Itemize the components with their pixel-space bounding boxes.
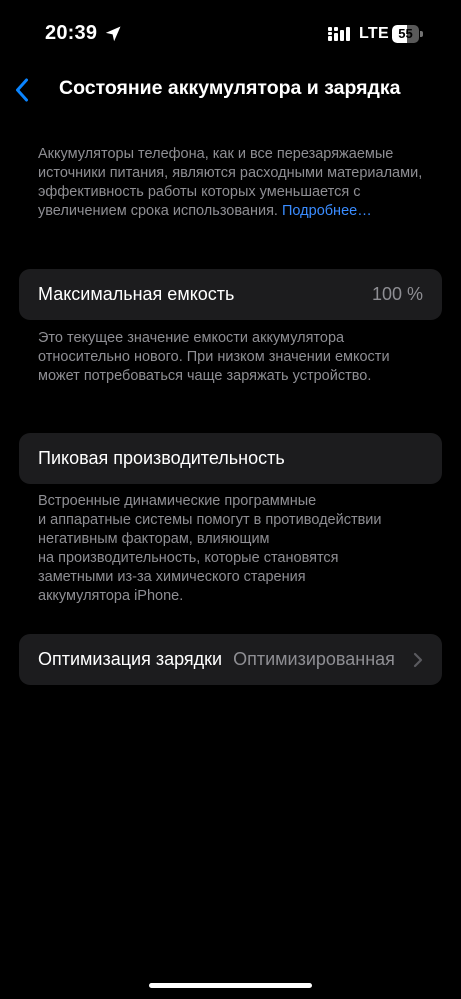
footer-line: Встроенные динамические программные xyxy=(38,493,317,509)
footer-line: заметными из-за химического старения xyxy=(38,569,306,585)
footer-line: негативным факторам, влияющим xyxy=(38,531,270,547)
status-time: 20:39 xyxy=(45,22,98,44)
home-indicator[interactable] xyxy=(149,983,312,988)
charging-optimization-label: Оптимизация зарядки xyxy=(38,649,223,669)
network-type-label: LTE xyxy=(359,25,389,42)
battery-body: 55 xyxy=(392,25,419,43)
status-bar: 20:39 LTE 55 xyxy=(0,0,461,70)
navigation-bar: Состояние аккумулятора и зарядка xyxy=(0,70,461,110)
page-title: Состояние аккумулятора и зарядка xyxy=(59,77,401,99)
back-button[interactable] xyxy=(4,74,40,106)
footer-line: и аппаратные системы помогут в противоде… xyxy=(38,512,382,528)
footer-line: аккумулятора iPhone. xyxy=(38,588,184,604)
peak-performance-label: Пиковая производительность xyxy=(38,448,285,468)
peak-performance-footer: Встроенные динамические программные и ап… xyxy=(38,492,438,606)
max-capacity-value: 100 % xyxy=(371,284,423,304)
battery-icon: 55 xyxy=(392,25,424,43)
max-capacity-label: Максимальная емкость xyxy=(38,284,235,304)
cellular-signal-icon xyxy=(328,27,350,41)
charging-optimization-row[interactable]: Оптимизация зарядки Оптимизированная xyxy=(19,634,442,685)
chevron-left-icon xyxy=(16,78,28,102)
location-arrow-icon xyxy=(105,26,121,42)
charging-optimization-value: Оптимизированная xyxy=(233,649,395,669)
battery-cap xyxy=(420,31,423,37)
learn-more-link[interactable]: Подробнее… xyxy=(282,203,372,219)
peak-performance-row: Пиковая производительность xyxy=(19,433,442,484)
max-capacity-footer: Это текущее значение емкости аккумулятор… xyxy=(38,330,390,384)
battery-percentage: 55 xyxy=(398,26,413,41)
intro-description: Аккумуляторы телефона, как и все перезар… xyxy=(38,145,428,221)
footer-line: на производительность, которые становятс… xyxy=(38,550,339,566)
chevron-right-icon xyxy=(413,652,423,667)
max-capacity-row: Максимальная емкость 100 % xyxy=(19,269,442,320)
